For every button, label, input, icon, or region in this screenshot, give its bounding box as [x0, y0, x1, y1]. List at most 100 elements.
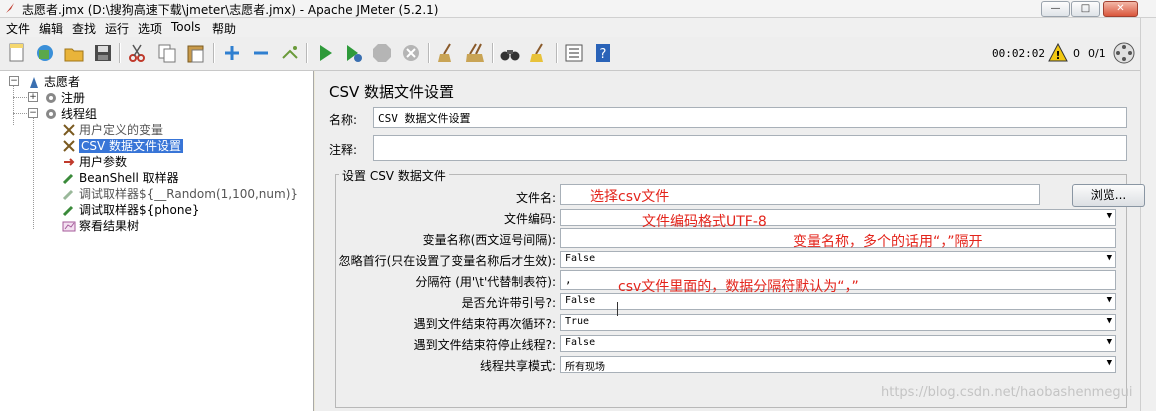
expand-toggle[interactable]: + — [28, 92, 38, 102]
cut-icon[interactable] — [126, 42, 148, 64]
new-icon[interactable] — [6, 42, 28, 64]
menu-run[interactable]: 运行 — [105, 20, 129, 37]
tree-item-label-selected: CSV 数据文件设置 — [79, 139, 184, 153]
group-title: 设置 CSV 数据文件 — [339, 167, 449, 184]
help-icon[interactable]: ? — [592, 42, 614, 64]
start-icon[interactable] — [314, 42, 336, 64]
varnames-annotation: 变量名称，多个的话用“，”隔开 — [793, 234, 983, 250]
tree-item-label: BeanShell 取样器 — [79, 171, 179, 185]
tree-item-label: 用户参数 — [79, 155, 128, 169]
sampler-pipette-icon — [62, 189, 74, 201]
test-plan-tree[interactable]: − 志愿者 + 注册 − 线程组 用户定义的变量 CSV 数据文件设置 用户参数… — [0, 71, 314, 411]
shutdown-icon[interactable] — [400, 42, 422, 64]
tree-item-results-tree[interactable]: 察看结果树 — [62, 217, 139, 234]
clear-icon[interactable] — [435, 42, 457, 64]
sampler-pipette-icon — [62, 205, 74, 217]
chevron-down-icon: ▼ — [1106, 211, 1112, 221]
svg-text:!: ! — [1055, 49, 1060, 62]
name-field[interactable]: CSV 数据文件设置 — [373, 107, 1127, 128]
recycle-eof-label: 遇到文件结束符再次循环?: — [413, 317, 556, 331]
start-no-timers-icon[interactable] — [342, 42, 364, 64]
sampler-pipette-icon — [62, 173, 74, 185]
minimize-button[interactable]: — — [1041, 1, 1070, 17]
open-icon[interactable] — [63, 42, 85, 64]
tree-item-label: 用户定义的变量 — [79, 123, 164, 137]
watermark: https://blog.csdn.net/haobashenmegui — [881, 385, 1133, 400]
tree-item-user-params[interactable]: 用户参数 — [62, 153, 127, 170]
title-bar: 志愿者.jmx (D:\搜狗高速下载\jmeter\志愿者.jmx) - Apa… — [0, 0, 1156, 18]
paste-icon[interactable] — [185, 42, 207, 64]
menu-tools[interactable]: Tools — [171, 20, 201, 34]
remote-threads-icon[interactable] — [1112, 41, 1136, 65]
collapse-toggle[interactable]: − — [28, 108, 38, 118]
stop-thread-eof-combo[interactable]: False ▼ — [560, 335, 1116, 352]
panel-title: CSV 数据文件设置 — [329, 83, 455, 101]
ignore-first-line-value: False — [565, 253, 596, 264]
elapsed-timer: 00:02:02 — [992, 47, 1045, 60]
collapse-all-icon[interactable] — [250, 42, 272, 64]
gear-icon — [46, 93, 56, 103]
ignore-first-line-combo[interactable]: False ▼ — [560, 251, 1116, 268]
encoding-annotation: 文件编码格式UTF-8 — [642, 214, 767, 230]
toggle-icon[interactable] — [279, 42, 301, 64]
filename-annotation: 选择csv文件 — [590, 189, 670, 205]
chevron-down-icon: ▼ — [1106, 337, 1112, 347]
menu-file[interactable]: 文件 — [6, 20, 30, 37]
gear-icon — [46, 109, 56, 119]
warning-icon[interactable]: ! — [1048, 43, 1068, 63]
tree-item-label: 察看结果树 — [79, 219, 140, 233]
stop-icon[interactable] — [371, 42, 393, 64]
svg-text:?: ? — [600, 47, 607, 62]
copy-icon[interactable] — [156, 42, 178, 64]
tree-item-label: 注册 — [61, 91, 86, 105]
tree-root-label: 志愿者 — [44, 75, 81, 89]
recycle-eof-combo[interactable]: True ▼ — [560, 314, 1116, 331]
function-helper-icon[interactable] — [563, 42, 585, 64]
menu-bar: 文件 编辑 查找 运行 选项 Tools 帮助 — [0, 18, 1140, 37]
tree-item-register[interactable]: 注册 — [44, 89, 85, 106]
tree-item-label: 线程组 — [61, 107, 98, 121]
sharing-mode-value: 所有现场 — [565, 362, 605, 373]
menu-search[interactable]: 查找 — [72, 20, 96, 37]
menu-edit[interactable]: 编辑 — [39, 20, 63, 37]
reset-search-icon[interactable] — [528, 42, 550, 64]
maximize-button[interactable]: □ — [1071, 1, 1100, 17]
menu-help[interactable]: 帮助 — [212, 20, 236, 37]
config-tool-icon — [63, 124, 75, 136]
sharing-mode-combo[interactable]: 所有现场 ▼ — [560, 356, 1116, 373]
chevron-down-icon: ▼ — [1106, 358, 1112, 368]
window-title: 志愿者.jmx (D:\搜狗高速下载\jmeter\志愿者.jmx) - Apa… — [22, 3, 439, 17]
close-button[interactable]: ✕ — [1103, 1, 1138, 17]
csv-config-panel: CSV 数据文件设置 名称: CSV 数据文件设置 注释: 设置 CSV 数据文… — [315, 71, 1145, 411]
recycle-eof-value: True — [565, 316, 590, 327]
chevron-down-icon: ▼ — [1106, 295, 1112, 305]
collapse-toggle[interactable]: − — [9, 76, 19, 86]
listener-chart-icon — [62, 221, 76, 232]
encoding-label: 文件编码: — [503, 212, 556, 226]
tree-root[interactable]: 志愿者 — [27, 73, 80, 90]
clear-all-icon[interactable] — [464, 42, 486, 64]
name-label: 名称: — [329, 113, 358, 127]
browse-button[interactable]: 浏览... — [1072, 184, 1145, 207]
search-icon[interactable] — [499, 42, 521, 64]
warning-count: 0 — [1073, 47, 1080, 60]
comment-label: 注释: — [329, 143, 358, 157]
comment-field[interactable] — [373, 135, 1127, 161]
chevron-down-icon: ▼ — [1106, 253, 1112, 263]
chevron-down-icon: ▼ — [1106, 316, 1112, 326]
menu-options[interactable]: 选项 — [138, 20, 162, 37]
tree-item-user-vars[interactable]: 用户定义的变量 — [62, 121, 163, 138]
tree-item-csv-config[interactable]: CSV 数据文件设置 — [62, 137, 184, 154]
expand-all-icon[interactable] — [221, 42, 243, 64]
allow-quoted-value: False — [565, 295, 596, 306]
tree-item-debug-random[interactable]: 调试取样器${__Random(1,100,num)} — [62, 185, 298, 202]
tree-item-debug-phone[interactable]: 调试取样器${phone} — [62, 201, 199, 218]
allow-quoted-label: 是否允许带引号?: — [461, 296, 556, 310]
tree-item-beanshell[interactable]: BeanShell 取样器 — [62, 169, 179, 186]
test-plan-icon — [30, 77, 38, 88]
stop-thread-eof-label: 遇到文件结束符停止线程?: — [413, 338, 556, 352]
delimiter-annotation: csv文件里面的，数据分隔符默认为“，” — [618, 279, 859, 295]
save-icon[interactable] — [92, 42, 114, 64]
tree-item-thread-group[interactable]: 线程组 — [44, 105, 97, 122]
templates-icon[interactable] — [34, 42, 56, 64]
